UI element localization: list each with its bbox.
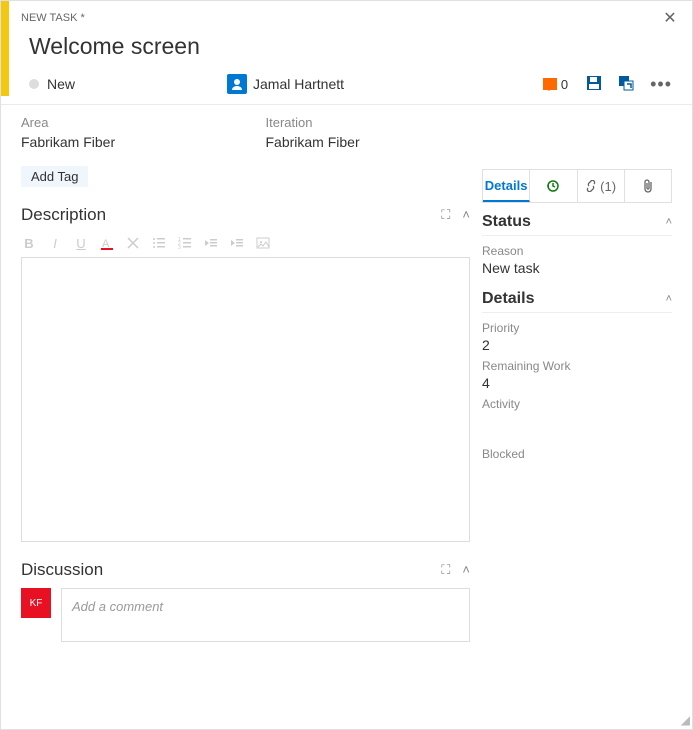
image-icon[interactable] — [255, 235, 271, 251]
numbered-list-icon[interactable]: 123 — [177, 235, 193, 251]
details-section-title: Details — [482, 290, 534, 308]
description-fullscreen-icon[interactable]: ⛶ — [441, 207, 450, 223]
blocked-field[interactable] — [482, 463, 672, 479]
clear-format-icon[interactable] — [125, 235, 141, 251]
add-tag-button[interactable]: Add Tag — [21, 166, 88, 187]
bullet-list-icon[interactable] — [151, 235, 167, 251]
blocked-label: Blocked — [482, 447, 672, 461]
bold-icon[interactable]: B — [21, 235, 37, 251]
underline-icon[interactable]: U — [73, 235, 89, 251]
comments-count-value: 0 — [561, 77, 568, 92]
state-indicator-icon — [29, 79, 39, 89]
area-label: Area — [21, 115, 226, 130]
comment-icon — [543, 78, 557, 90]
refresh-button[interactable] — [618, 75, 636, 93]
state-field[interactable]: New — [47, 76, 227, 92]
close-button[interactable]: ✕ — [660, 8, 680, 28]
reason-field[interactable]: New task — [482, 260, 672, 276]
assignee-avatar-icon — [227, 74, 247, 94]
svg-text:3: 3 — [178, 245, 181, 250]
activity-field[interactable] — [482, 413, 672, 429]
discussion-collapse-icon[interactable]: ˄ — [462, 562, 470, 578]
resize-grip-icon[interactable]: ◢ — [676, 713, 690, 727]
description-heading: Description — [21, 205, 106, 225]
description-collapse-icon[interactable]: ˄ — [462, 207, 470, 223]
status-collapse-icon[interactable]: ˄ — [666, 216, 672, 228]
discussion-fullscreen-icon[interactable]: ⛶ — [441, 562, 450, 578]
indent-icon[interactable] — [229, 235, 245, 251]
links-count: (1) — [600, 179, 616, 194]
reason-label: Reason — [482, 244, 672, 258]
assigned-to-field[interactable]: Jamal Hartnett — [227, 74, 543, 94]
details-collapse-icon[interactable]: ˄ — [666, 293, 672, 305]
tab-attachments[interactable] — [625, 170, 671, 202]
work-item-title[interactable]: Welcome screen — [29, 33, 672, 60]
current-user-avatar: KF — [21, 588, 51, 618]
activity-label: Activity — [482, 397, 672, 411]
tab-details[interactable]: Details — [483, 170, 530, 202]
rich-text-toolbar: B I U A 123 — [21, 231, 470, 257]
work-item-type-color-bar — [1, 1, 9, 96]
comments-counter[interactable]: 0 — [543, 77, 568, 92]
status-section-title: Status — [482, 213, 531, 231]
priority-label: Priority — [482, 321, 672, 335]
area-field[interactable]: Fabrikam Fiber — [21, 134, 226, 150]
iteration-field[interactable]: Fabrikam Fiber — [266, 134, 471, 150]
assignee-name: Jamal Hartnett — [253, 76, 344, 92]
more-actions-button[interactable]: ••• — [650, 74, 672, 95]
work-item-badge: NEW TASK * — [21, 12, 85, 24]
priority-field[interactable]: 2 — [482, 337, 672, 353]
iteration-label: Iteration — [266, 115, 471, 130]
save-button[interactable] — [586, 75, 604, 93]
remaining-work-label: Remaining Work — [482, 359, 672, 373]
tab-links[interactable]: (1) — [578, 170, 625, 202]
remaining-work-field[interactable]: 4 — [482, 375, 672, 391]
italic-icon[interactable]: I — [47, 235, 63, 251]
font-color-icon[interactable]: A — [99, 235, 115, 251]
tab-history[interactable] — [530, 170, 577, 202]
discussion-comment-input[interactable]: Add a comment — [61, 588, 470, 642]
discussion-heading: Discussion — [21, 560, 103, 580]
outdent-icon[interactable] — [203, 235, 219, 251]
description-editor[interactable] — [21, 257, 470, 542]
